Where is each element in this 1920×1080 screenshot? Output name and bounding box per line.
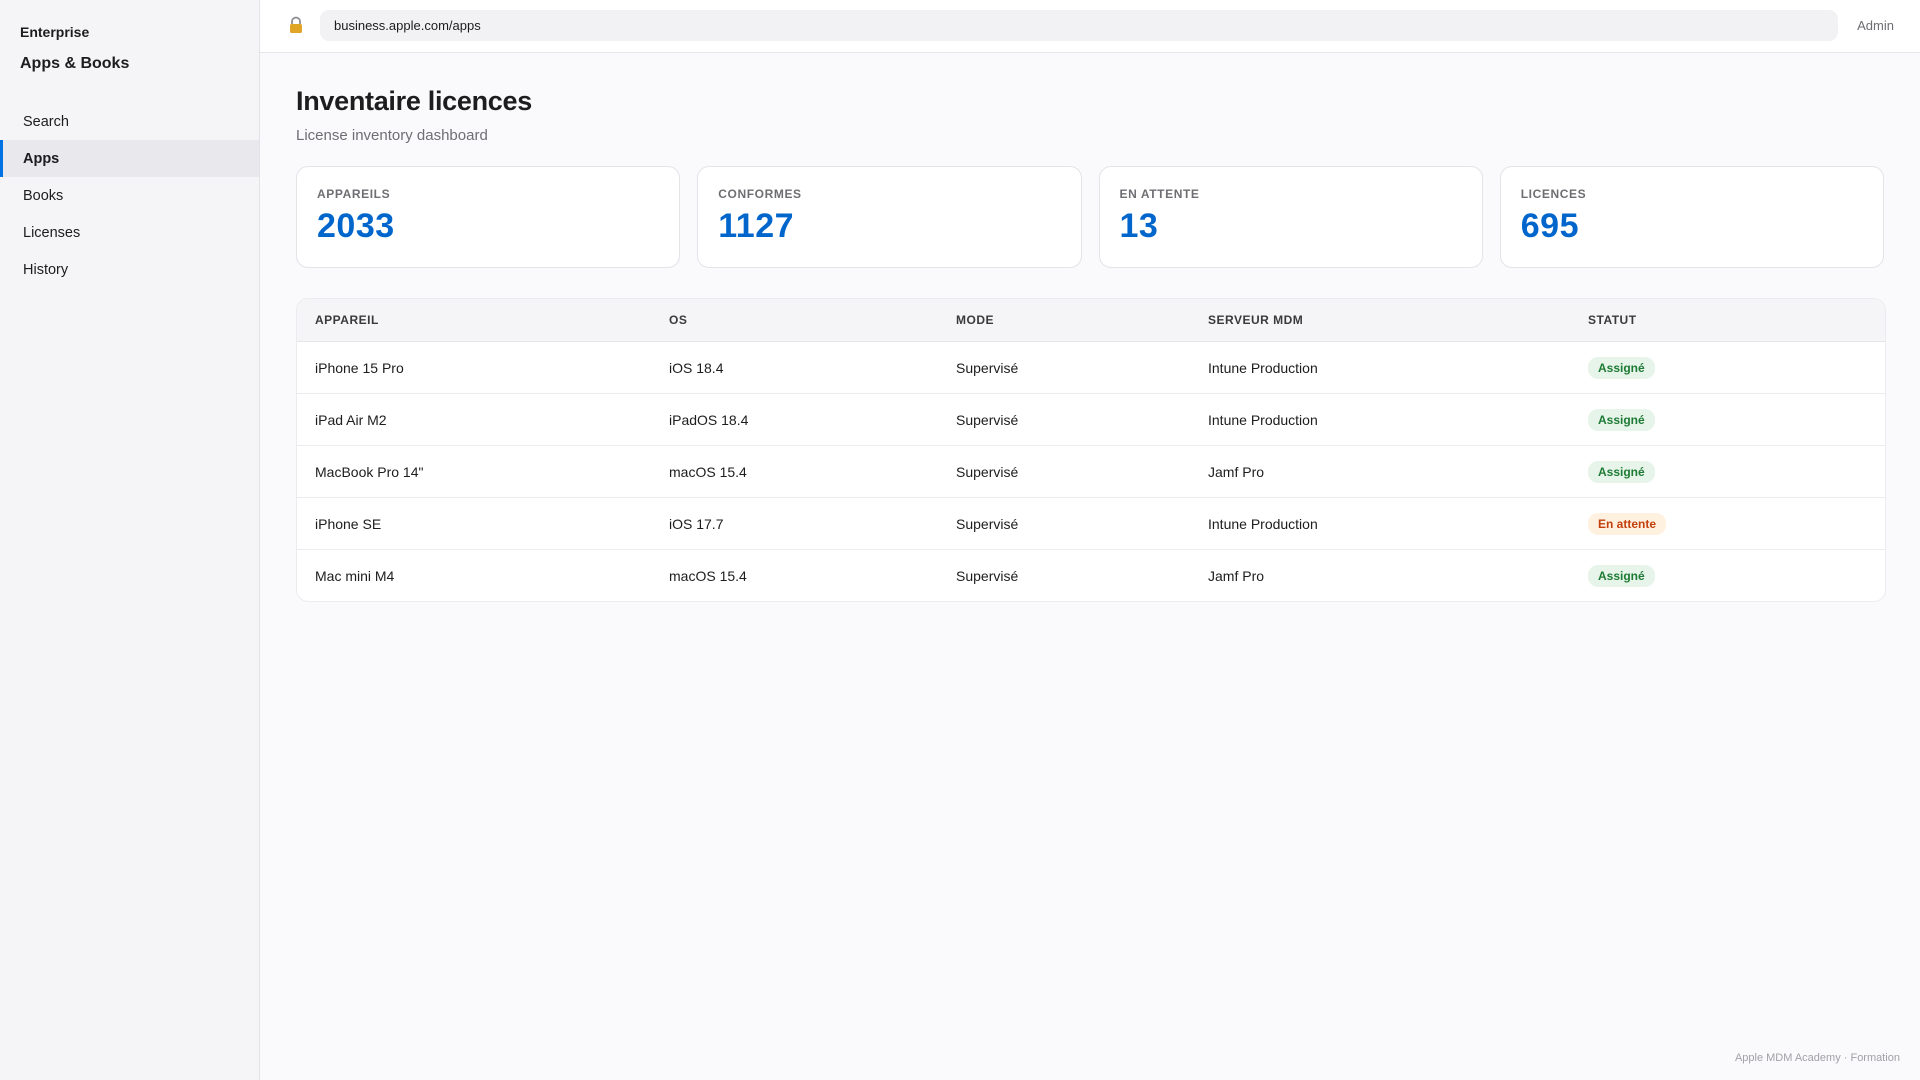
cell-mode: Supervisé [956,567,1019,584]
cell-device: iPad Air M2 [315,411,387,428]
sidebar-item-history[interactable]: History [0,251,259,288]
cell-os: macOS 15.4 [669,463,747,480]
cell-device: MacBook Pro 14" [315,463,424,480]
table-row[interactable]: iPad Air M2 iPadOS 18.4 Supervisé Intune… [297,394,1885,446]
org-label: Enterprise [20,24,90,40]
column-header-device[interactable]: APPAREIL [297,313,669,327]
cell-os: iPadOS 18.4 [669,411,749,428]
cell-mdm-server: Intune Production [1208,515,1318,532]
sidebar-item-licenses[interactable]: Licenses [0,214,259,251]
table-row[interactable]: Mac mini M4 macOS 15.4 Supervisé Jamf Pr… [297,550,1885,601]
table-row[interactable]: iPhone 15 Pro iOS 18.4 Supervisé Intune … [297,342,1885,394]
cell-mode: Supervisé [956,463,1019,480]
sidebar-nav: Search Apps Books Licenses History [0,103,259,288]
table-row[interactable]: iPhone SE iOS 17.7 Supervisé Intune Prod… [297,498,1885,550]
status-badge: Assigné [1588,408,1655,431]
page-title: Inventaire licences [296,86,532,116]
stat-label: EN ATTENTE [1119,187,1200,201]
column-header-os[interactable]: OS [669,313,956,327]
table-header: APPAREIL OS MODE SERVEUR MDM STATUT [297,299,1885,342]
stat-value: 1127 [718,207,795,245]
page-subtitle: License inventory dashboard [296,127,488,144]
column-header-mdm-server[interactable]: SERVEUR MDM [1208,313,1588,327]
stat-card-devices: APPAREILS 2033 [296,166,681,268]
top-bar: business.apple.com/apps Admin [260,0,1920,53]
cell-mode: Supervisé [956,359,1019,376]
stat-value: 695 [1520,207,1579,245]
table-row[interactable]: MacBook Pro 14" macOS 15.4 Supervisé Jam… [297,446,1885,498]
stat-label: APPAREILS [317,187,391,201]
device-table: APPAREIL OS MODE SERVEUR MDM STATUT iPho… [296,298,1886,602]
user-menu[interactable]: Admin [1857,18,1894,33]
cell-device: Mac mini M4 [315,567,395,584]
cell-device: iPhone 15 Pro [315,359,404,376]
status-badge: Assigné [1588,356,1655,379]
stat-card-pending: EN ATTENTE 13 [1098,166,1483,268]
status-badge: Assigné [1588,460,1655,483]
cell-mdm-server: Jamf Pro [1208,463,1265,480]
sidebar-brand: Enterprise Apps & Books [0,0,259,73]
stat-value: 13 [1119,207,1159,245]
cell-mdm-server: Intune Production [1208,359,1318,376]
cell-mode: Supervisé [956,515,1019,532]
stats-cards: APPAREILS 2033 CONFORMES 1127 EN ATTENTE… [296,166,1884,268]
cell-mdm-server: Intune Production [1208,411,1318,428]
status-badge: Assigné [1588,564,1655,587]
stat-value: 2033 [317,207,395,245]
sidebar: Enterprise Apps & Books Search Apps Book… [0,0,260,1080]
cell-device: iPhone SE [315,515,382,532]
sidebar-item-books[interactable]: Books [0,177,259,214]
sidebar-item-search[interactable]: Search [0,103,259,140]
section-title: Apps & Books [20,55,130,72]
stat-card-licenses: LICENCES 695 [1499,166,1884,268]
column-header-status[interactable]: STATUT [1588,313,1885,327]
footer-text: Apple MDM Academy · Formation [1734,1052,1900,1064]
cell-os: macOS 15.4 [669,567,747,584]
cell-mdm-server: Jamf Pro [1208,567,1265,584]
cell-os: iOS 17.7 [669,515,724,532]
address-bar[interactable]: business.apple.com/apps [320,10,1838,41]
stat-label: LICENCES [1520,187,1587,201]
column-header-mode[interactable]: MODE [956,313,1208,327]
sidebar-item-apps[interactable]: Apps [0,140,259,177]
stat-label: CONFORMES [718,187,802,201]
lock-icon [290,16,302,33]
cell-os: iOS 18.4 [669,359,724,376]
cell-mode: Supervisé [956,411,1019,428]
stat-card-compliant: CONFORMES 1127 [697,166,1082,268]
status-badge: En attente [1588,512,1667,535]
main-content: Inventaire licences License inventory da… [296,52,1886,602]
